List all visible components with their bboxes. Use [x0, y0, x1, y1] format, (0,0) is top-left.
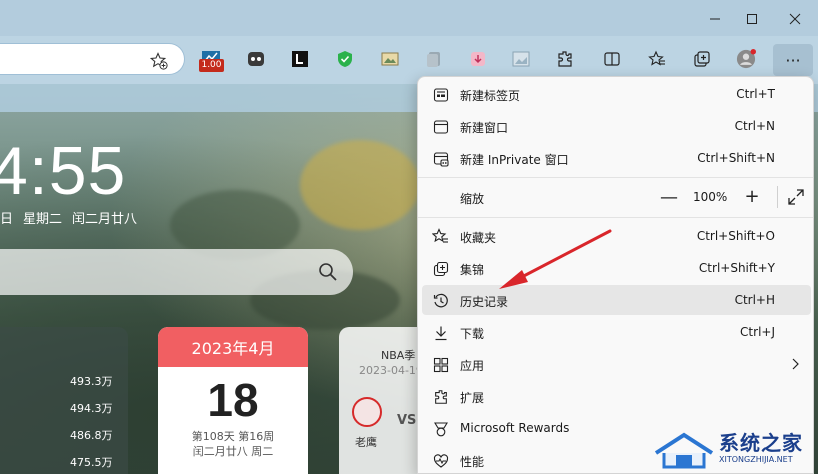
new-window-icon: [432, 118, 449, 135]
fullscreen-icon[interactable]: [786, 187, 806, 207]
background-foliage: [300, 140, 420, 230]
collections-icon: [432, 260, 449, 277]
nba-title: NBA季: [381, 349, 416, 362]
menu-item-shortcut: Ctrl+T: [736, 87, 775, 101]
inprivate-icon: [432, 150, 449, 167]
extension-download-icon[interactable]: [468, 49, 488, 69]
collections-icon[interactable]: [692, 49, 712, 69]
menu-divider: [418, 217, 813, 218]
menu-item-label: 历史记录: [460, 295, 509, 309]
zoom-out-button[interactable]: —: [657, 185, 681, 209]
menu-item-new-tab[interactable]: 新建标签页 Ctrl+T: [422, 79, 811, 109]
stat-value: 493.3万: [70, 375, 113, 388]
maximize-icon[interactable]: [733, 6, 771, 32]
stat-value: 494.3万: [70, 402, 113, 415]
new-tab-icon: [432, 86, 449, 103]
menu-item-zoom: 缩放 — 100% +: [422, 182, 811, 212]
title-bar: [0, 0, 818, 36]
watermark-url: XITONGZHIJIA.NET: [719, 455, 793, 464]
more-icon: ···: [785, 50, 801, 70]
search-box[interactable]: [0, 249, 353, 295]
address-bar[interactable]: [0, 43, 185, 75]
menu-item-label: Microsoft Rewards: [460, 421, 570, 435]
menu-item-label: 新建 InPrivate 窗口: [460, 153, 569, 167]
extension-gamepad-icon[interactable]: [246, 49, 266, 69]
extension-shield-icon[interactable]: [335, 49, 355, 69]
download-icon: [432, 324, 449, 341]
menu-item-label: 收藏夹: [460, 231, 497, 245]
close-icon[interactable]: [776, 6, 814, 32]
minimize-icon[interactable]: [696, 6, 734, 32]
menu-item-label: 新建窗口: [460, 121, 509, 135]
menu-item-downloads[interactable]: 下载 Ctrl+J: [422, 317, 811, 347]
menu-item-apps[interactable]: 应用: [422, 349, 811, 379]
history-icon: [432, 292, 449, 309]
settings-menu-button[interactable]: ···: [773, 44, 813, 76]
settings-menu: 新建标签页 Ctrl+T 新建窗口 Ctrl+N 新建 InPrivate 窗口…: [417, 76, 814, 474]
watermark: 系统之家 XITONGZHIJIA.NET: [652, 425, 818, 474]
date-line: 日星期二 闰二月廿八: [0, 208, 147, 227]
stat-value: 475.5万: [70, 456, 113, 469]
rewards-icon: [432, 420, 449, 437]
menu-item-label: 应用: [460, 359, 485, 373]
extension-doc-icon[interactable]: [424, 49, 444, 69]
extensions-icon[interactable]: [555, 49, 575, 69]
apps-icon: [432, 356, 449, 373]
nba-team: 老鹰: [355, 436, 377, 449]
menu-item-inprivate[interactable]: 新建 InPrivate 窗口 Ctrl+Shift+N: [422, 143, 811, 173]
menu-item-label: 集锦: [460, 263, 485, 277]
nba-date: 2023-04-19: [359, 364, 423, 377]
zoom-in-button[interactable]: +: [740, 184, 764, 208]
calendar-info: 第108天 第16周: [191, 430, 275, 443]
menu-item-favorites[interactable]: 收藏夹 Ctrl+Shift+O: [422, 221, 811, 251]
menu-item-shortcut: Ctrl+H: [734, 293, 775, 307]
menu-divider: [418, 177, 813, 178]
zoom-label: 缩放: [460, 192, 485, 206]
date-lunar: 闰二月廿八: [72, 212, 138, 227]
menu-item-shortcut: Ctrl+Shift+N: [697, 151, 775, 165]
calendar-day: 18: [207, 374, 259, 426]
chevron-right-icon: [792, 358, 799, 370]
menu-item-collections[interactable]: 集锦 Ctrl+Shift+Y: [422, 253, 811, 283]
menu-item-shortcut: Ctrl+J: [740, 325, 775, 339]
zoom-value: 100%: [693, 190, 728, 204]
stat-value: 486.8万: [70, 429, 113, 442]
clock: 4:55: [0, 133, 127, 209]
menu-item-shortcut: Ctrl+Shift+O: [696, 229, 775, 243]
extension-badge: 1.00: [199, 59, 224, 72]
extension-image-icon[interactable]: [380, 49, 400, 69]
search-icon[interactable]: [318, 262, 338, 282]
menu-item-label: 新建标签页: [460, 89, 521, 103]
menu-item-extensions[interactable]: 扩展: [422, 381, 811, 411]
calendar-month: 2023年4月: [158, 327, 308, 367]
performance-icon: [432, 452, 449, 469]
extension-l-icon[interactable]: [290, 49, 310, 69]
menu-item-label: 性能: [460, 455, 485, 469]
extensions-icon: [432, 388, 449, 405]
menu-item-shortcut: Ctrl+N: [734, 119, 775, 133]
favorites-icon: [432, 228, 449, 245]
menu-item-shortcut: Ctrl+Shift+Y: [698, 261, 775, 275]
add-favorite-icon[interactable]: [150, 52, 168, 70]
split-screen-icon[interactable]: [602, 49, 622, 69]
hawks-logo-icon: [352, 397, 382, 427]
stats-card[interactable]: 493.3万 494.3万 486.8万 475.5万: [0, 327, 128, 474]
watermark-house-icon: [654, 432, 714, 469]
menu-item-label: 扩展: [460, 391, 485, 405]
date-weekday: 星期二: [23, 212, 63, 227]
calendar-card[interactable]: 2023年4月 18 第108天 第16周 闰二月廿八 周二: [158, 327, 308, 474]
favorites-icon[interactable]: [647, 49, 667, 69]
calendar-lunar: 闰二月廿八 周二: [192, 445, 274, 458]
menu-item-label: 下载: [460, 327, 485, 341]
profile-avatar-icon[interactable]: [736, 49, 756, 69]
watermark-title: 系统之家: [719, 431, 803, 455]
menu-item-history[interactable]: 历史记录 Ctrl+H: [422, 285, 811, 315]
extension-photo-icon[interactable]: [511, 49, 531, 69]
zoom-divider: [777, 186, 778, 208]
nba-vs: VS: [397, 413, 417, 428]
menu-item-new-window[interactable]: 新建窗口 Ctrl+N: [422, 111, 811, 141]
date-day: 日: [0, 212, 14, 227]
nba-card[interactable]: NBA季 2023-04-19 VS 老鹰: [339, 327, 429, 474]
